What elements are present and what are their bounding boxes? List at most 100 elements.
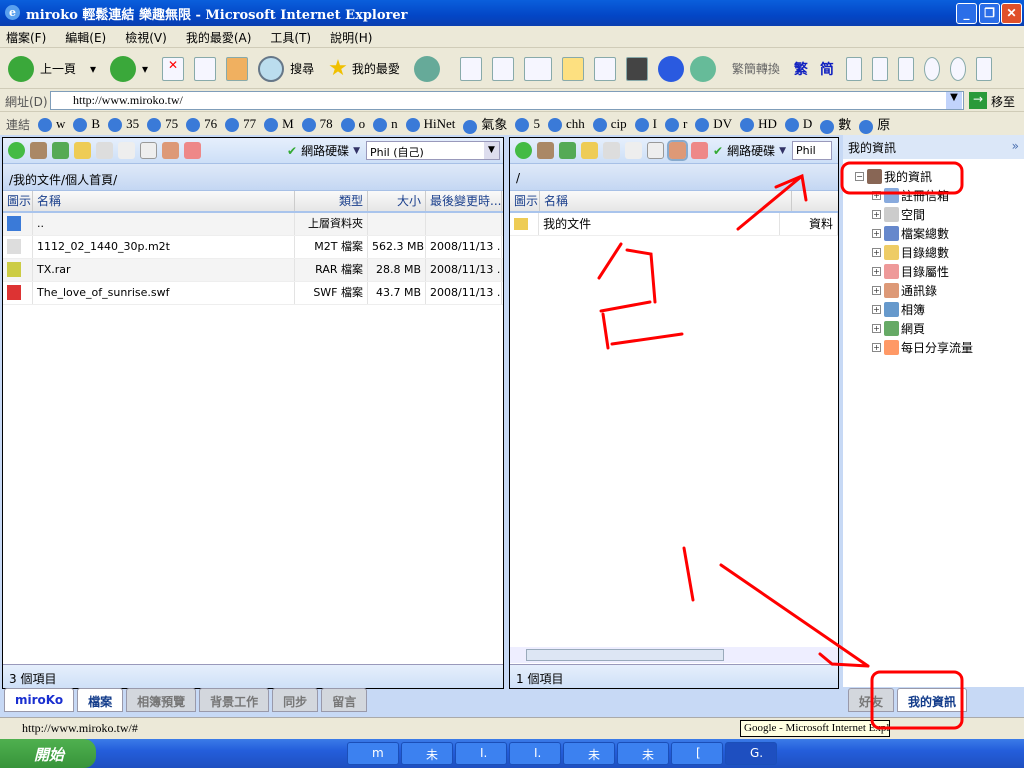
- col-icon[interactable]: 圖示: [3, 191, 33, 211]
- help-icon[interactable]: [975, 56, 992, 81]
- refresh-icon[interactable]: [194, 56, 217, 81]
- menu-tools[interactable]: 工具(T): [270, 29, 311, 47]
- col-name[interactable]: 名稱: [33, 191, 295, 211]
- main-tab[interactable]: 相簿預覽: [126, 688, 197, 712]
- link-item[interactable]: DV: [687, 116, 732, 132]
- gear-icon[interactable]: [657, 55, 684, 82]
- share-users-icon[interactable]: [667, 140, 688, 161]
- tab-my-info[interactable]: 我的資訊: [897, 688, 968, 712]
- start-button[interactable]: 開始: [0, 739, 96, 768]
- link-item[interactable]: 數: [812, 114, 851, 134]
- minimize-button[interactable]: _: [956, 3, 977, 24]
- tree-item[interactable]: + 檔案總數: [872, 224, 1024, 243]
- rename-icon[interactable]: [96, 142, 113, 159]
- tree-item[interactable]: + 目錄屬性: [872, 262, 1024, 281]
- table-row[interactable]: The_love_of_sunrise.swf SWF 檔案 43.7 MB 2008…: [3, 282, 503, 305]
- s-icon[interactable]: [871, 56, 888, 81]
- close-button[interactable]: ✕: [1001, 3, 1022, 24]
- drive-selector[interactable]: 網路硬碟: [301, 142, 349, 159]
- collapse-icon[interactable]: »: [1012, 139, 1019, 153]
- link-item[interactable]: n: [365, 116, 398, 132]
- link-item[interactable]: o: [333, 116, 365, 132]
- main-tab[interactable]: 背景工作: [199, 688, 270, 712]
- link-item[interactable]: 原: [851, 114, 890, 134]
- link-item[interactable]: HiNet: [398, 116, 455, 132]
- lock-icon[interactable]: [897, 56, 914, 81]
- home-icon[interactable]: [537, 142, 554, 159]
- link-item[interactable]: B: [65, 116, 100, 132]
- card-icon[interactable]: [691, 142, 708, 159]
- simplified-button[interactable]: 简: [820, 59, 834, 79]
- menu-edit[interactable]: 編輯(E): [65, 29, 106, 47]
- link-item[interactable]: 氣象: [455, 114, 507, 134]
- link-item[interactable]: M: [256, 116, 294, 132]
- user-select[interactable]: Phil (自己) ▼: [366, 141, 500, 160]
- t-icon[interactable]: [845, 56, 862, 81]
- link-item[interactable]: I: [627, 116, 657, 132]
- maximize-button[interactable]: ❐: [979, 3, 1000, 24]
- taskbar-button[interactable]: I.: [455, 742, 507, 765]
- user-select[interactable]: Phil: [792, 141, 832, 160]
- link-item[interactable]: 75: [139, 116, 178, 132]
- expand-icon[interactable]: [625, 56, 648, 81]
- star-icon[interactable]: ★: [328, 56, 348, 81]
- check-icon[interactable]: [515, 142, 532, 159]
- menu-file[interactable]: 檔案(F): [6, 29, 46, 47]
- link-item[interactable]: 77: [217, 116, 256, 132]
- taskbar-button[interactable]: m: [347, 742, 399, 765]
- link-item[interactable]: 35: [100, 116, 139, 132]
- go-button[interactable]: 移至: [991, 93, 1015, 110]
- search-icon[interactable]: [258, 55, 285, 82]
- rename-icon[interactable]: [603, 142, 620, 159]
- menu-help[interactable]: 說明(H): [330, 29, 372, 47]
- share-users-icon[interactable]: [162, 142, 179, 159]
- tree-item[interactable]: + 網頁: [872, 319, 1024, 338]
- col-name[interactable]: 名稱: [540, 191, 792, 211]
- mail-icon[interactable]: [459, 56, 482, 81]
- tree-item[interactable]: + 相簿: [872, 300, 1024, 319]
- traditional-button[interactable]: 繁: [794, 59, 808, 79]
- col-icon[interactable]: 圖示: [510, 191, 540, 211]
- address-input[interactable]: http://www.miroko.tw/: [50, 91, 964, 110]
- taskbar-button[interactable]: [: [671, 742, 723, 765]
- tree-item[interactable]: + 空間: [872, 205, 1024, 224]
- main-tab[interactable]: 留言: [321, 688, 368, 712]
- taskbar-button[interactable]: G.: [725, 742, 777, 765]
- tab-friends[interactable]: 好友: [848, 688, 895, 712]
- col-modified[interactable]: 最後變更時...: [426, 191, 502, 211]
- col-type[interactable]: 類型: [295, 191, 368, 211]
- table-row[interactable]: 我的文件 資料: [510, 213, 838, 236]
- refresh-icon[interactable]: [559, 142, 576, 159]
- note-icon[interactable]: [561, 56, 584, 81]
- go-arrow-icon[interactable]: →: [969, 92, 987, 109]
- main-tab[interactable]: 檔案: [77, 688, 124, 712]
- tree-item[interactable]: + 目錄總數: [872, 243, 1024, 262]
- upload-icon[interactable]: [647, 142, 664, 159]
- link-item[interactable]: 5: [507, 116, 540, 132]
- table-row[interactable]: 1112_02_1440_30p.m2t M2T 檔案 562.3 MB 2008/1…: [3, 236, 503, 259]
- zoom-in-icon[interactable]: [923, 56, 940, 81]
- menu-view[interactable]: 檢視(V): [125, 29, 167, 47]
- taskbar-button[interactable]: 未: [617, 742, 669, 765]
- main-tab[interactable]: miroKo: [4, 688, 75, 712]
- history-icon[interactable]: [413, 55, 440, 82]
- link-item[interactable]: w: [30, 116, 65, 132]
- taskbar-button[interactable]: 未: [401, 742, 453, 765]
- print-icon[interactable]: [491, 56, 514, 81]
- home-icon[interactable]: [30, 142, 47, 159]
- favorites-button[interactable]: 我的最愛: [352, 60, 400, 77]
- drive-selector[interactable]: 網路硬碟: [727, 142, 775, 159]
- refresh-icon[interactable]: [52, 142, 69, 159]
- link-item[interactable]: r: [657, 116, 687, 132]
- tree-root[interactable]: − 我的資訊: [855, 167, 1024, 186]
- link-item[interactable]: chh: [540, 116, 585, 132]
- card-icon[interactable]: [184, 142, 201, 159]
- upload-icon[interactable]: [140, 142, 157, 159]
- home-icon[interactable]: [226, 56, 249, 81]
- taskbar-button[interactable]: I.: [509, 742, 561, 765]
- link-item[interactable]: 78: [294, 116, 333, 132]
- edit-icon[interactable]: [523, 56, 552, 81]
- new-folder-icon[interactable]: [74, 142, 91, 159]
- menu-favorites[interactable]: 我的最愛(A): [186, 29, 252, 47]
- horizontal-scrollbar[interactable]: [510, 647, 838, 663]
